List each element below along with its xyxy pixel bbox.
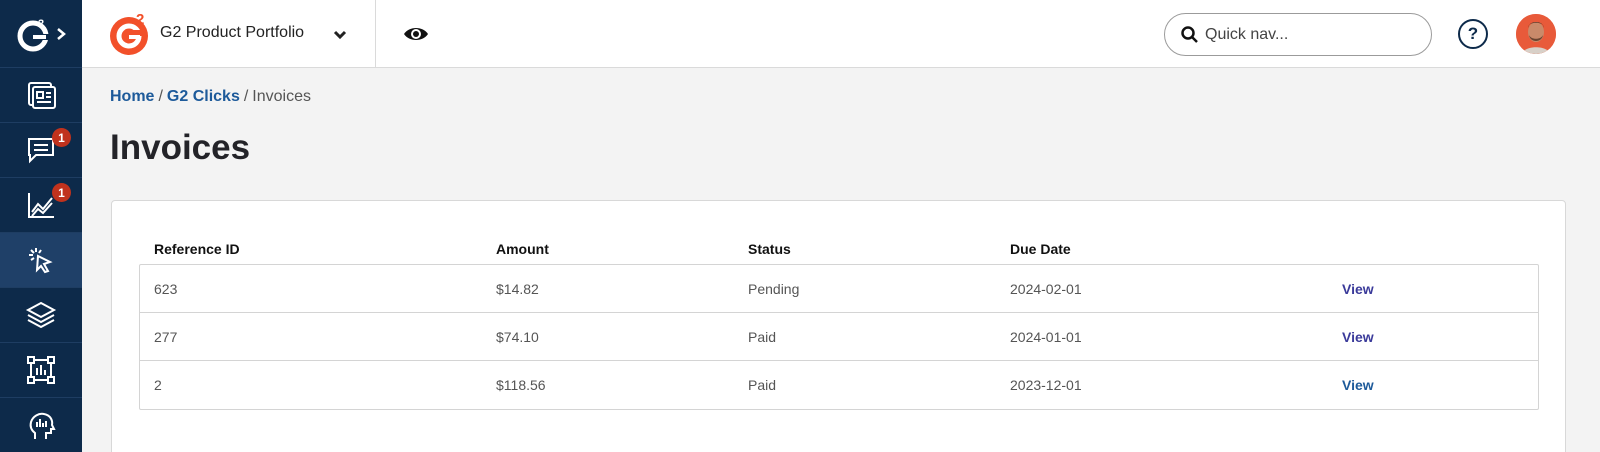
table-header: Reference ID Amount Status Due Date <box>140 241 1540 257</box>
page-title: Invoices <box>110 128 251 167</box>
avatar-image <box>1516 14 1556 54</box>
cell-status: Pending <box>748 280 800 297</box>
cell-status: Paid <box>748 328 777 345</box>
product-name: G2 Product Portfolio <box>160 24 305 41</box>
invoices-table-body: 623 $14.82 Pending 2024-02-01 View 277 $… <box>139 264 1539 410</box>
breadcrumb-separator: / <box>243 88 249 105</box>
cell-due-date: 2023-12-01 <box>1010 377 1082 393</box>
cell-amount: $14.82 <box>496 280 539 297</box>
cell-due-date: 2024-01-01 <box>1010 328 1082 345</box>
breadcrumb-separator: / <box>158 88 163 105</box>
product-switcher[interactable]: 2 G2 Product Portfolio <box>108 10 304 56</box>
breadcrumb-current: Invoices <box>252 88 311 105</box>
layers-icon <box>25 301 57 329</box>
click-cursor-icon <box>29 248 53 274</box>
insight-head-icon <box>29 412 56 439</box>
help-button[interactable]: ? <box>1458 19 1488 49</box>
question-icon: ? <box>1467 24 1479 43</box>
column-header-reference-id: Reference ID <box>154 241 240 257</box>
view-invoice-link[interactable]: View <box>1342 329 1374 345</box>
g2-menu-toggle[interactable]: 2 <box>0 0 82 68</box>
table-row: 277 $74.10 Paid 2024-01-01 View <box>140 313 1538 361</box>
svg-text:2: 2 <box>38 18 44 30</box>
quick-nav-search[interactable] <box>1164 13 1432 56</box>
view-invoice-link[interactable]: View <box>1342 281 1374 297</box>
cell-reference-id: 623 <box>154 280 178 297</box>
report-icon <box>27 356 55 384</box>
dashboard-icon <box>28 82 56 109</box>
breadcrumb: Home / G2 Clicks / Invoices <box>110 88 311 106</box>
table-row: 623 $14.82 Pending 2024-02-01 View <box>140 265 1538 313</box>
chevron-right-icon <box>57 27 66 40</box>
breadcrumb-g2-clicks[interactable]: G2 Clicks <box>167 88 240 105</box>
sidebar-item-reports[interactable] <box>0 343 82 398</box>
svg-text:2: 2 <box>136 11 144 28</box>
invoices-card: Reference ID Amount Status Due Date 623 … <box>111 200 1566 452</box>
cell-amount: $118.56 <box>496 377 546 393</box>
column-header-actions <box>1342 241 1462 257</box>
sidebar-item-messages[interactable]: 1 <box>0 123 82 178</box>
sidebar-rail: 2 1 1 <box>0 0 82 452</box>
search-input[interactable] <box>1205 25 1405 44</box>
view-invoice-link[interactable]: View <box>1342 377 1374 393</box>
cell-amount: $74.10 <box>496 328 539 345</box>
eye-icon[interactable] <box>402 24 430 44</box>
sidebar-item-insights[interactable] <box>0 398 82 452</box>
sidebar-item-g2-clicks[interactable] <box>0 233 82 288</box>
g2-logo-icon: 2 <box>17 18 49 51</box>
chevron-down-icon[interactable] <box>333 30 347 40</box>
sidebar-item-analytics[interactable]: 1 <box>0 178 82 233</box>
breadcrumb-home[interactable]: Home <box>110 88 154 105</box>
notification-badge: 1 <box>52 128 71 147</box>
cell-due-date: 2024-02-01 <box>1010 280 1082 297</box>
g2-brand-logo: 2 <box>110 11 148 55</box>
column-header-due-date: Due Date <box>1010 241 1071 257</box>
column-header-status: Status <box>748 241 791 257</box>
header-divider <box>375 0 376 67</box>
search-icon <box>1181 25 1198 43</box>
sidebar-item-layers[interactable] <box>0 288 82 343</box>
column-header-amount: Amount <box>496 241 549 257</box>
cell-reference-id: 2 <box>154 377 162 393</box>
sidebar-item-dashboard[interactable] <box>0 68 82 123</box>
cell-reference-id: 277 <box>154 328 178 345</box>
notification-badge: 1 <box>52 183 71 202</box>
user-avatar[interactable] <box>1516 14 1556 54</box>
top-header: 2 G2 Product Portfolio ? <box>82 0 1600 68</box>
cell-status: Paid <box>748 377 777 393</box>
table-row: 2 $118.56 Paid 2023-12-01 View <box>140 361 1538 409</box>
